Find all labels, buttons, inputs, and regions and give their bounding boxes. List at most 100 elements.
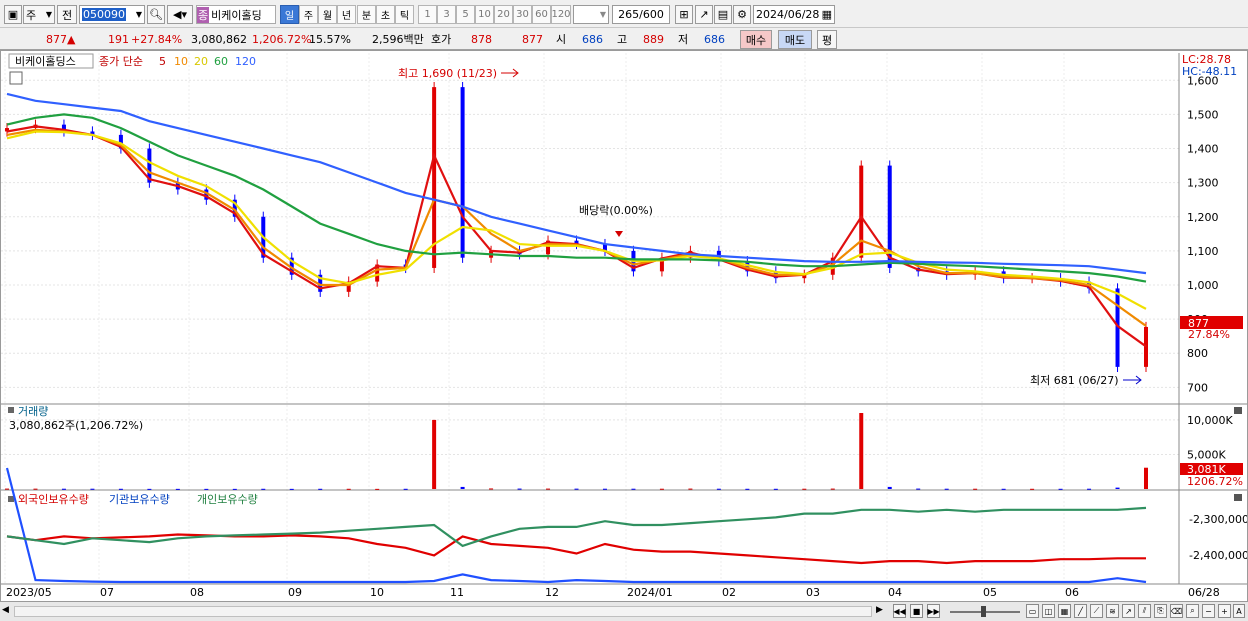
calculator-icon[interactable] [9,71,23,85]
volume-bar [90,488,95,490]
ma-60-label: 60 [214,55,228,68]
horizontal-scrollbar[interactable] [14,606,872,617]
stock-code-input[interactable]: 050090 ▼ [79,5,145,24]
count-value: 265 [618,8,640,21]
x-tick-label: 09 [288,586,302,599]
volume-tick-label: 10,000K [1187,414,1233,427]
volume-collapse-icon[interactable] [8,407,14,413]
price-tick-label: 800 [1187,347,1208,360]
ma-10-label: 10 [174,55,188,68]
holdings-close-icon[interactable] [1234,494,1242,501]
period-week[interactable]: 주 [299,5,318,24]
save-icon[interactable]: ▤ [714,5,732,24]
candle-body [859,165,864,258]
ma-5-label: 5 [159,55,166,68]
volume-bar [1087,488,1092,490]
high-value: 889 [643,33,664,46]
minute-120[interactable]: 120 [551,5,571,24]
search-icon[interactable]: 🔍︎ [147,5,165,24]
minute-30[interactable]: 30 [513,5,532,24]
minute-3[interactable]: 3 [437,5,456,24]
zoom-in-icon[interactable]: + [1218,604,1231,618]
line-tool-icon[interactable]: ↗ [695,5,713,24]
period-minute[interactable]: 분 [357,5,376,24]
zoom-slider-thumb[interactable] [981,606,986,617]
period-combo[interactable]: 주 ▼ [23,5,55,24]
volume-bar [631,488,636,490]
period-month[interactable]: 월 [318,5,337,24]
custom-period-combo[interactable]: ▼ [573,5,609,24]
minute-20[interactable]: 20 [494,5,513,24]
x-tick-label: 07 [100,586,114,599]
volume-bar [688,488,693,490]
minute-1[interactable]: 1 [418,5,437,24]
bid-price: 877 [522,33,543,46]
layout-2-icon[interactable]: ◫ [1042,604,1055,618]
price-tick-label: 1,200 [1187,211,1219,224]
zoom-out-icon[interactable]: − [1202,604,1215,618]
price-tick-label: 700 [1187,381,1208,394]
period-day[interactable]: 일 [280,5,299,24]
window-menu-icon[interactable]: ▣ [4,5,22,24]
up-arrow-icon: ▲ [67,33,76,46]
volume-bar [432,419,437,489]
minute-60[interactable]: 60 [532,5,551,24]
dividend-annotation: 배당락(0.00%) [579,204,653,217]
period-tick[interactable]: 틱 [395,5,414,24]
draw-trend-icon[interactable]: ⟋ [1090,604,1103,618]
layout-3-icon[interactable]: ▦ [1058,604,1071,618]
price-tick-label: 1,400 [1187,143,1219,156]
volume-last-pct-text: 1206.72% [1187,475,1243,488]
layout-1-icon[interactable]: ▭ [1026,604,1039,618]
institution-title: 기관보유수량 [109,493,170,506]
price-tick-label: 1,300 [1187,177,1219,190]
date-input[interactable]: 2024/06/28 ▦ [753,5,835,24]
volume-close-icon[interactable] [1234,407,1242,414]
gear-icon[interactable]: ⚙ [733,5,751,24]
minute-5[interactable]: 5 [456,5,475,24]
magnifier-icon[interactable]: ⌕ [1186,604,1199,618]
stock-name-field[interactable]: 종 비케이홀딩 [196,5,276,24]
open-value: 686 [582,33,603,46]
draw-line-icon[interactable]: ╱ [1074,604,1087,618]
calendar-icon: ▦ [821,8,832,21]
count-input[interactable]: 265/600 [612,5,670,24]
volume-bar [802,488,807,490]
candle-body [1144,326,1148,367]
draw-channel-icon[interactable]: ⫽ [1138,604,1151,618]
volume-bar [745,488,750,490]
font-size-icon[interactable]: A [1233,604,1245,618]
forward-icon[interactable]: ▶▶ [927,604,940,618]
prev-button[interactable]: 전 [57,5,77,24]
ma-20-label: 20 [194,55,208,68]
period-second[interactable]: 초 [376,5,395,24]
volume-bar [489,488,494,490]
buy-button[interactable]: 매수 [740,30,772,49]
fibonacci-icon[interactable]: ≋ [1106,604,1119,618]
scroll-left-icon[interactable]: ◀ [2,605,12,617]
volume-bar [33,488,38,490]
speaker-icon[interactable]: ◀▾ [167,5,193,24]
low-label: 저 [678,33,689,46]
price-tick-label: 1,000 [1187,279,1219,292]
chart-area[interactable]: 비케이홀딩스 종가 단순 5 10 20 60 120 LC:28.78 HC:… [0,50,1248,605]
rewind-icon[interactable]: ◀◀ [893,604,906,618]
sell-button[interactable]: 매도 [778,30,812,49]
x-tick-label: 05 [983,586,997,599]
holdings-collapse-icon[interactable] [8,496,14,502]
draw-arrow-icon[interactable]: ↗ [1122,604,1135,618]
volume-bar [830,488,835,490]
ma-label: 종가 단순 [99,55,143,68]
volume-bar [602,488,607,490]
scroll-right-icon[interactable]: ▶ [876,605,886,617]
minute-10[interactable]: 10 [475,5,494,24]
period-year[interactable]: 년 [337,5,356,24]
volume-bar [1030,488,1035,490]
eval-button[interactable]: 평 [817,30,837,49]
chevron-down-icon: ▼ [45,10,52,19]
stop-icon[interactable]: ■ [910,604,923,618]
copy-icon[interactable]: ⎘ [1154,604,1167,618]
chart-svg[interactable]: 비케이홀딩스 종가 단순 5 10 20 60 120 LC:28.78 HC:… [1,51,1248,604]
candle-type-icon[interactable]: ⊞ [675,5,693,24]
eraser-icon[interactable]: ⌫ [1170,604,1183,618]
